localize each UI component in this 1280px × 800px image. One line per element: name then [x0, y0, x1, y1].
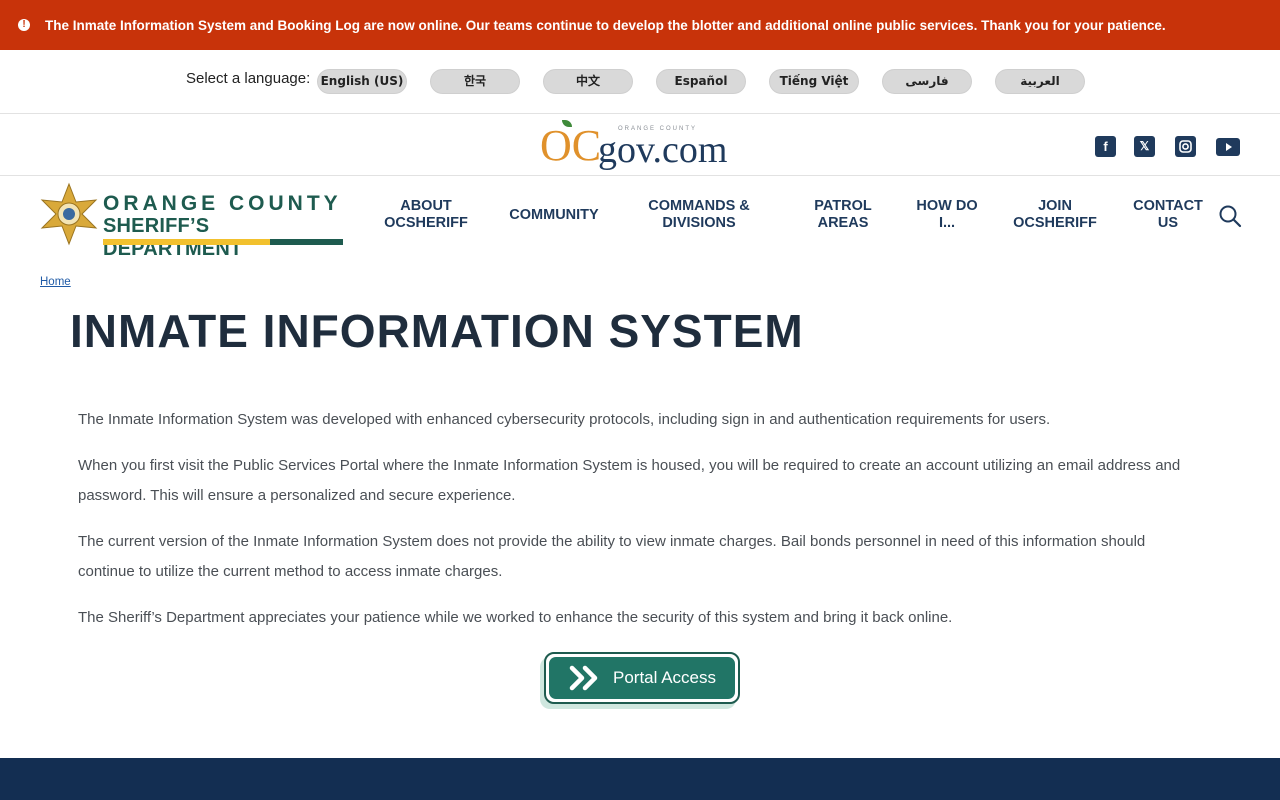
nav-label: HOW DO: [916, 198, 978, 214]
facebook-icon[interactable]: f: [1095, 136, 1116, 157]
portal-access-label: Portal Access: [613, 668, 716, 687]
search-icon[interactable]: [1218, 204, 1242, 228]
language-korean-button[interactable]: 한국: [430, 69, 520, 94]
brand-line-1: ORANGE COUNTY: [103, 192, 342, 215]
sheriff-badge-icon: [40, 182, 98, 246]
ocgov-gov-text: gov.com: [598, 129, 728, 171]
breadcrumb-home-link[interactable]: Home: [40, 276, 71, 288]
language-spanish-button[interactable]: Español: [656, 69, 746, 94]
nav-label: ABOUT: [400, 198, 452, 214]
alert-circle-icon: !: [18, 19, 30, 31]
portal-access-button[interactable]: Portal Access: [544, 652, 740, 704]
x-icon[interactable]: 𝕏: [1134, 136, 1155, 157]
nav-label: DIVISIONS: [662, 215, 736, 231]
page-title: INMATE INFORMATION SYSTEM: [70, 305, 804, 357]
language-arabic-button[interactable]: العربية: [995, 69, 1085, 94]
nav-contact-us[interactable]: CONTACT US: [1128, 198, 1208, 232]
nav-patrol-areas[interactable]: PATROL AREAS: [805, 198, 881, 232]
language-label: Select a language:: [186, 70, 311, 87]
alert-banner: ! The Inmate Information System and Book…: [0, 0, 1280, 50]
nav-label: COMMANDS &: [648, 198, 750, 214]
youtube-icon[interactable]: [1216, 138, 1240, 156]
instagram-icon[interactable]: [1175, 136, 1196, 157]
nav-label: OCSHERIFF: [1013, 215, 1097, 231]
nav-label: PATROL: [814, 198, 872, 214]
ocgov-oc-text: OC: [540, 121, 602, 170]
county-band: ORANGE COUNTY OC gov.com f 𝕏: [0, 114, 1280, 176]
main-navigation: ORANGE COUNTY SHERIFF’S DEPARTMENT ABOUT…: [0, 176, 1280, 260]
nav-label: CONTACT: [1133, 198, 1203, 214]
nav-label: JOIN: [1038, 198, 1072, 214]
nav-join-ocsheriff[interactable]: JOIN OCSHERIFF: [1008, 198, 1102, 232]
portal-access-button-body[interactable]: Portal Access: [549, 657, 735, 699]
paragraph-4: The Sheriff’s Department appreciates you…: [78, 609, 953, 626]
nav-label: AREAS: [817, 215, 869, 231]
alert-text: The Inmate Information System and Bookin…: [45, 17, 1166, 33]
paragraph-3: The current version of the Inmate Inform…: [78, 533, 1146, 580]
nav-how-do-i[interactable]: HOW DO I...: [910, 198, 984, 232]
ocgov-logo[interactable]: ORANGE COUNTY OC gov.com: [540, 120, 745, 170]
language-farsi-button[interactable]: فارسی: [882, 69, 972, 94]
language-english-button[interactable]: English (US): [317, 69, 407, 94]
brand-green-bar: [270, 239, 343, 245]
nav-commands-divisions[interactable]: COMMANDS & DIVISIONS: [640, 198, 758, 232]
footer: [0, 758, 1280, 800]
paragraph-2: When you first visit the Public Services…: [78, 457, 1181, 504]
language-vietnamese-button[interactable]: Tiếng Việt: [769, 69, 859, 94]
nav-about-ocsheriff[interactable]: ABOUT OCSHERIFF: [378, 198, 474, 232]
brand-line-2: SHERIFF’S DEPARTMENT: [103, 215, 243, 260]
language-bar: Select a language: English (US) 한국 中文 Es…: [0, 50, 1280, 114]
nav-label: OCSHERIFF: [384, 215, 468, 231]
nav-label: US: [1157, 215, 1179, 231]
sheriff-logo[interactable]: ORANGE COUNTY SHERIFF’S DEPARTMENT: [40, 182, 350, 260]
paragraph-1: The Inmate Information System was develo…: [78, 411, 1051, 428]
nav-community[interactable]: COMMUNITY: [500, 207, 608, 224]
double-chevron-right-icon: [569, 665, 598, 691]
nav-label: I...: [938, 215, 956, 231]
nav-label: COMMUNITY: [509, 207, 599, 223]
language-chinese-button[interactable]: 中文: [543, 69, 633, 94]
